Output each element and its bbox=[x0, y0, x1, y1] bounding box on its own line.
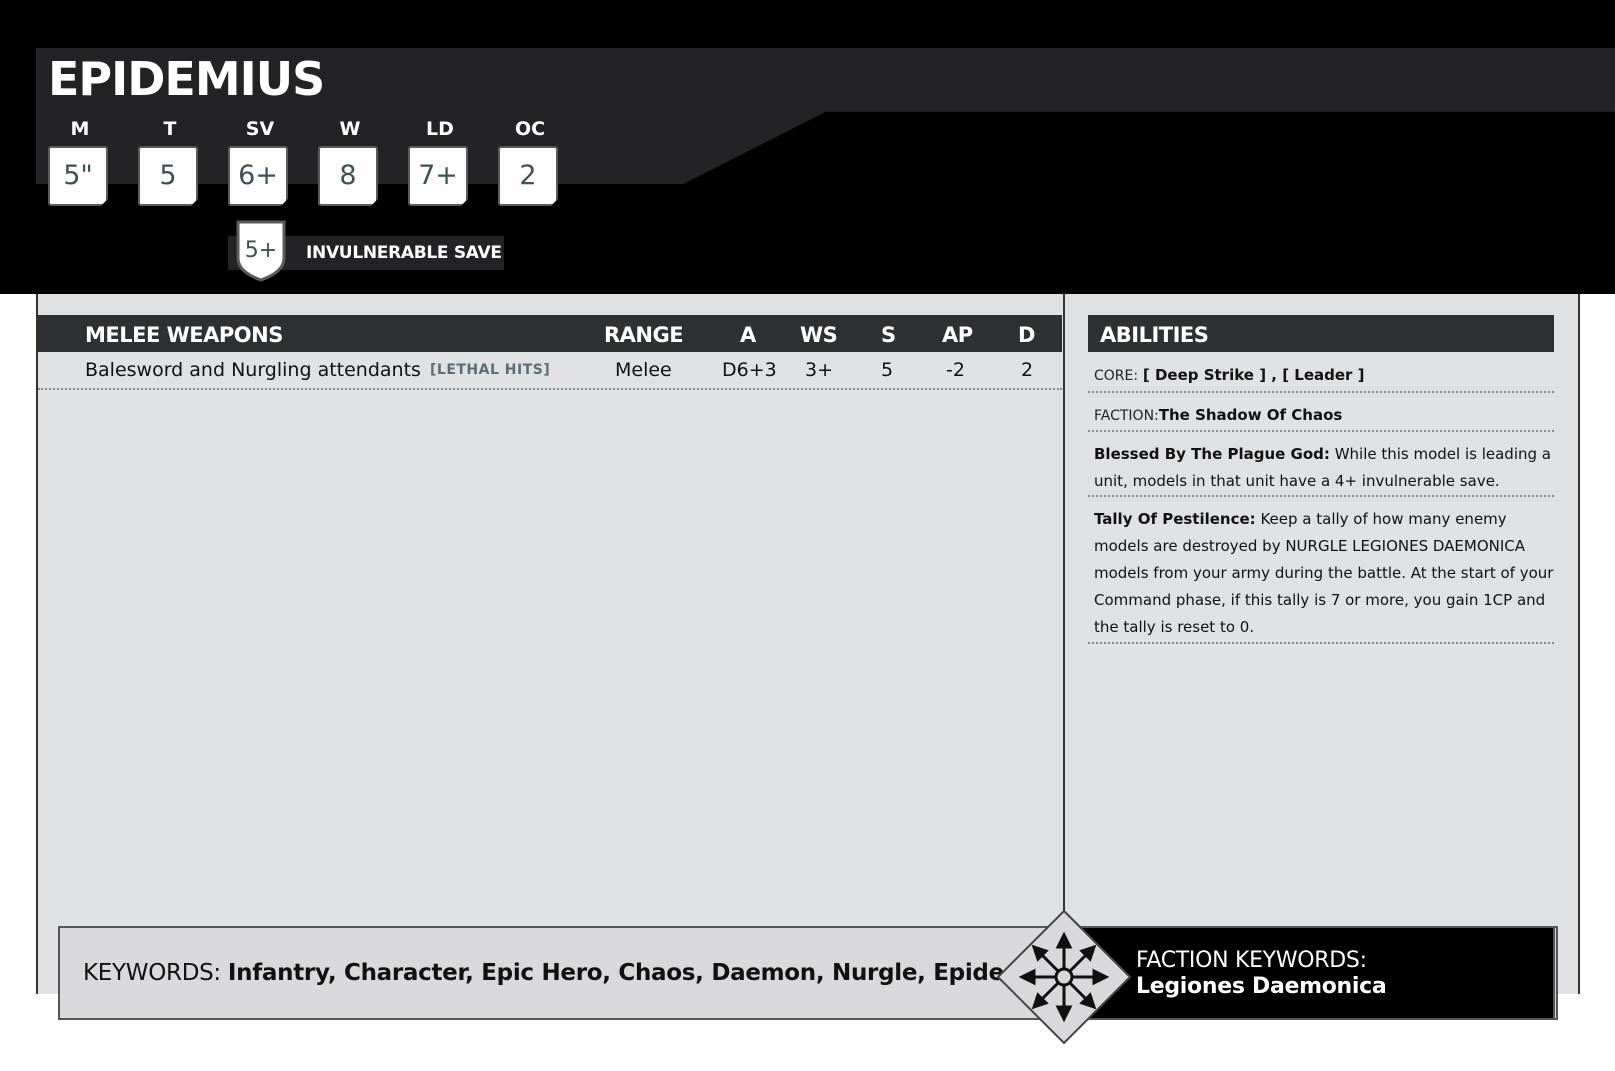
ability-tally-of-pestilence: Tally Of Pestilence: Keep a tally of how… bbox=[1088, 504, 1554, 644]
faction-value: The Shadow Of Chaos bbox=[1158, 406, 1343, 424]
stat-label: LD bbox=[426, 118, 454, 140]
core-value: [ Deep Strike ] , [ Leader ] bbox=[1142, 366, 1365, 384]
stat-w: W 8 bbox=[318, 116, 382, 206]
abilities-title: ABILITIES bbox=[1100, 323, 1209, 347]
weapon-strength: 5 bbox=[881, 359, 894, 381]
header-ap: AP bbox=[942, 323, 973, 347]
header-damage: D bbox=[1018, 323, 1035, 347]
stat-value: 7+ bbox=[408, 146, 468, 206]
stat-label: SV bbox=[245, 118, 275, 140]
core-prefix: CORE: bbox=[1094, 368, 1139, 384]
keywords-label: KEYWORDS: bbox=[83, 960, 221, 986]
weapon-ap: -2 bbox=[946, 359, 965, 381]
weapon-keyword: [LETHAL HITS] bbox=[430, 362, 551, 378]
stat-label: OC bbox=[514, 118, 546, 140]
column-divider bbox=[1063, 294, 1065, 924]
stat-label: M bbox=[70, 118, 90, 140]
stat-value: 2 bbox=[498, 146, 558, 206]
stat-value: 6+ bbox=[228, 146, 288, 206]
ability-name: Tally Of Pestilence: bbox=[1094, 510, 1256, 528]
faction-keywords-value: Legiones Daemonica bbox=[1136, 974, 1387, 999]
weapon-damage: 2 bbox=[1021, 359, 1034, 381]
stat-m: M 5" bbox=[48, 116, 112, 206]
ability-core: CORE: [ Deep Strike ] , [ Leader ] bbox=[1088, 360, 1554, 393]
header-strength: S bbox=[881, 323, 896, 347]
weapon-ws: 3+ bbox=[805, 359, 834, 381]
keywords-values: Infantry, Character, Epic Hero, Chaos, D… bbox=[227, 960, 1065, 986]
ability-blessed-by-the-plague-god: Blessed By The Plague God: While this mo… bbox=[1088, 439, 1554, 497]
keywords: KEYWORDS: Infantry, Character, Epic Hero… bbox=[83, 960, 1065, 986]
weapon-name: Balesword and Nurgling attendants bbox=[85, 359, 421, 381]
stat-value: 8 bbox=[318, 146, 378, 206]
unit-name: EPIDEMIUS bbox=[48, 52, 325, 106]
faction-keywords-box bbox=[1070, 926, 1555, 1020]
invulnerable-save-value: 5+ bbox=[244, 238, 278, 263]
stat-value: 5" bbox=[48, 146, 108, 206]
header-range: RANGE bbox=[604, 323, 684, 347]
ability-faction: FACTION:The Shadow Of Chaos bbox=[1088, 400, 1554, 432]
stat-label: W bbox=[339, 118, 361, 140]
invulnerable-save-label: INVULNERABLE SAVE bbox=[306, 243, 502, 263]
stat-label: T bbox=[163, 118, 177, 140]
ability-text: Keep a tally of how many enemy models ar… bbox=[1094, 510, 1554, 636]
weapon-attacks: D6+3 bbox=[722, 359, 777, 381]
weapon-range: Melee bbox=[615, 359, 672, 381]
header-ws: WS bbox=[800, 323, 838, 347]
stat-oc: OC 2 bbox=[498, 116, 562, 206]
datasheet-card bbox=[36, 294, 1580, 994]
ability-name: Blessed By The Plague God: bbox=[1094, 445, 1330, 463]
stat-sv: SV 6+ bbox=[228, 116, 292, 206]
stat-value: 5 bbox=[138, 146, 198, 206]
header-attacks: A bbox=[740, 323, 756, 347]
chaos-star-icon bbox=[996, 909, 1132, 1045]
stat-t: T 5 bbox=[138, 116, 202, 206]
faction-prefix: FACTION: bbox=[1094, 408, 1159, 424]
melee-weapons-title: MELEE WEAPONS bbox=[85, 323, 283, 347]
stat-ld: LD 7+ bbox=[408, 116, 472, 206]
faction-keywords-label: FACTION KEYWORDS: bbox=[1136, 948, 1367, 973]
